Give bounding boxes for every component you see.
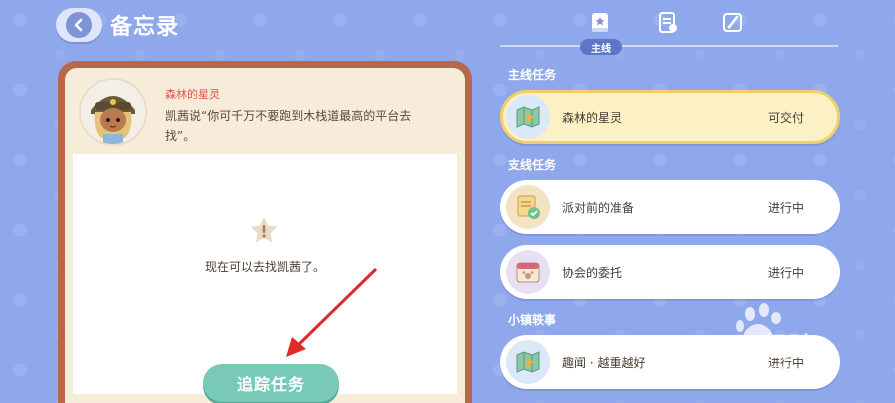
quest-row-title: 趣闻 · 越重越好	[562, 356, 646, 370]
quest-row-guild-request[interactable]: 协会的委托 进行中	[500, 245, 840, 299]
quest-row-status: 进行中	[768, 201, 805, 215]
checklist-icon[interactable]	[655, 10, 685, 38]
back-arrow-icon	[66, 12, 92, 38]
quest-row-title: 协会的委托	[562, 266, 623, 280]
quest-description: 凯茜说“你可千万不要跑到木栈道最高的平台去找”。	[165, 109, 412, 143]
quest-row-party-prep[interactable]: 派对前的准备 进行中	[500, 180, 840, 234]
quest-row-title: 森林的星灵	[562, 111, 623, 125]
quest-row-title: 派对前的准备	[562, 201, 635, 215]
back-button[interactable]	[56, 8, 102, 42]
section-town-anecdotes: 小镇轶事	[508, 313, 557, 327]
note-check-icon	[506, 185, 550, 229]
map-icon	[506, 95, 550, 139]
section-side-quests: 支线任务	[508, 158, 557, 172]
calendar-paw-icon	[506, 250, 550, 294]
watermark-url: jingyan.baidu.com	[690, 362, 792, 375]
quest-detail-card: 森林的星灵 凯茜说“你可千万不要跑到木栈道最高的平台去找”。 现在可以去找凯茜了…	[65, 68, 465, 403]
notebook-icon[interactable]	[720, 10, 750, 38]
npc-avatar	[79, 78, 147, 146]
tab-underline	[500, 45, 838, 47]
quest-row-status: 可交付	[768, 111, 805, 125]
page-title: 备忘录	[110, 15, 180, 40]
section-main-quests: 主线任务	[508, 68, 557, 82]
map-icon	[506, 340, 550, 384]
star-alert-icon	[247, 214, 281, 248]
quest-name: 森林的星灵	[165, 88, 220, 101]
main-quest-icon[interactable]	[588, 10, 618, 38]
quest-info-text: 现在可以去找凯茜了。	[204, 260, 325, 274]
quest-row-forest-spirit[interactable]: 森林的星灵 可交付	[500, 90, 840, 144]
tab-main[interactable]: 主线	[580, 39, 622, 55]
quest-row-status: 进行中	[768, 266, 805, 280]
tab-bar: 主线	[500, 8, 840, 58]
track-quest-button[interactable]: 追踪任务	[203, 364, 339, 402]
quest-content-area: 现在可以去找凯茜了。	[73, 154, 457, 394]
quest-detail-panel: 森林的星灵 凯茜说“你可千万不要跑到木栈道最高的平台去找”。 现在可以去找凯茜了…	[58, 61, 472, 403]
